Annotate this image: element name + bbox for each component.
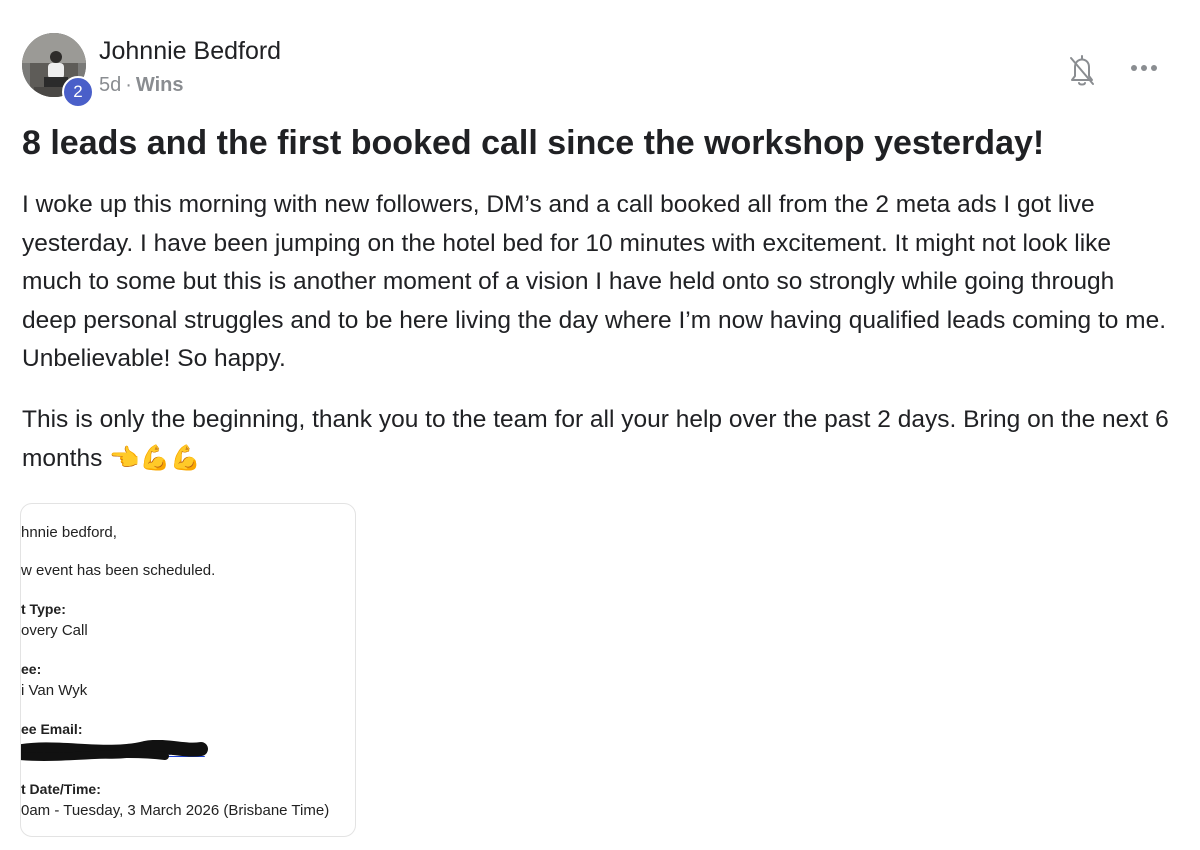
attachment-image[interactable]: hnnie bedford, w event has been schedule…	[20, 503, 356, 837]
post-title: 8 leads and the first booked call since …	[22, 124, 1045, 162]
post-body-paragraph: I woke up this morning with new follower…	[22, 191, 1167, 372]
attachment-line: overy Call	[21, 622, 88, 639]
redaction-scribble	[21, 740, 208, 761]
attachment-line: i Van Wyk	[21, 682, 88, 699]
author-name[interactable]: Johnnie Bedford	[99, 37, 281, 66]
level-badge: 2	[62, 76, 94, 108]
post-time: 5d	[99, 74, 122, 96]
attachment-line: 0am - Tuesday, 3 March 2026 (Brisbane Ti…	[21, 802, 330, 819]
attachment-line: ee Email:	[21, 721, 83, 737]
attachment-line: t Date/Time:	[21, 781, 101, 797]
post-body-paragraph: This is only the beginning, thank you to…	[22, 406, 1169, 472]
attachment-line: w event has been scheduled.	[21, 562, 216, 579]
bell-off-icon[interactable]	[1066, 52, 1098, 88]
attachment-line: hnnie bedford,	[21, 524, 117, 541]
attachment-line: t Type:	[21, 601, 66, 617]
attachment-line: ee:	[21, 661, 42, 677]
more-horizontal-icon[interactable]	[1128, 58, 1162, 78]
meta-separator: ·	[125, 74, 132, 96]
post-category[interactable]: Wins	[136, 74, 184, 96]
author-avatar[interactable]: 2	[22, 33, 94, 108]
post-meta: 5d · Wins	[99, 74, 184, 97]
